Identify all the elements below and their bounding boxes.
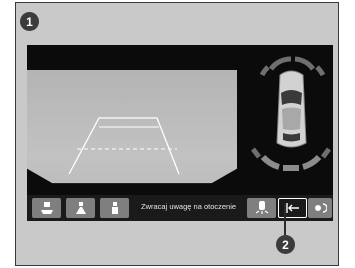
parking-guide-lines [68, 117, 180, 175]
sensor-front-right [294, 56, 316, 71]
camera-bottom-bar: Zwracaj uwagę na otoczenie [27, 195, 333, 221]
parking-sensor-button[interactable] [247, 198, 276, 218]
top-view-button[interactable] [32, 198, 61, 218]
sensor-rear-right [301, 154, 322, 170]
side-view-button[interactable] [100, 198, 129, 218]
side-view-icon [111, 202, 118, 214]
parking-sensor-icon [255, 201, 268, 214]
sensor-front-corner-right [315, 65, 326, 77]
normal-view-button[interactable] [66, 198, 95, 218]
guide-line-outline [68, 117, 180, 175]
callout-1: 1 [20, 12, 39, 31]
callout-2: 2 [276, 235, 295, 254]
callout-leader-line [284, 204, 286, 235]
car-roof [282, 107, 301, 130]
sensor-front-left [268, 56, 292, 71]
brightness-icon [315, 203, 327, 213]
exit-view-button[interactable] [278, 198, 307, 218]
top-view-icon [40, 202, 53, 214]
normal-view-icon [75, 202, 86, 214]
navigation-screen: Zwracaj uwagę na otoczenie [27, 45, 333, 221]
sensor-rear-corner-left [251, 147, 261, 159]
brightness-button[interactable] [308, 198, 332, 218]
caution-message: Zwracaj uwagę na otoczenie [141, 202, 237, 211]
sensor-rear-corner-right [321, 147, 331, 159]
sensor-rear-left [260, 154, 281, 170]
rear-camera-view [27, 70, 237, 184]
parking-sensor-view [251, 56, 331, 171]
car-windshield [281, 90, 302, 105]
exit-view-icon [285, 203, 299, 213]
sensor-front-corner-left [259, 65, 270, 77]
